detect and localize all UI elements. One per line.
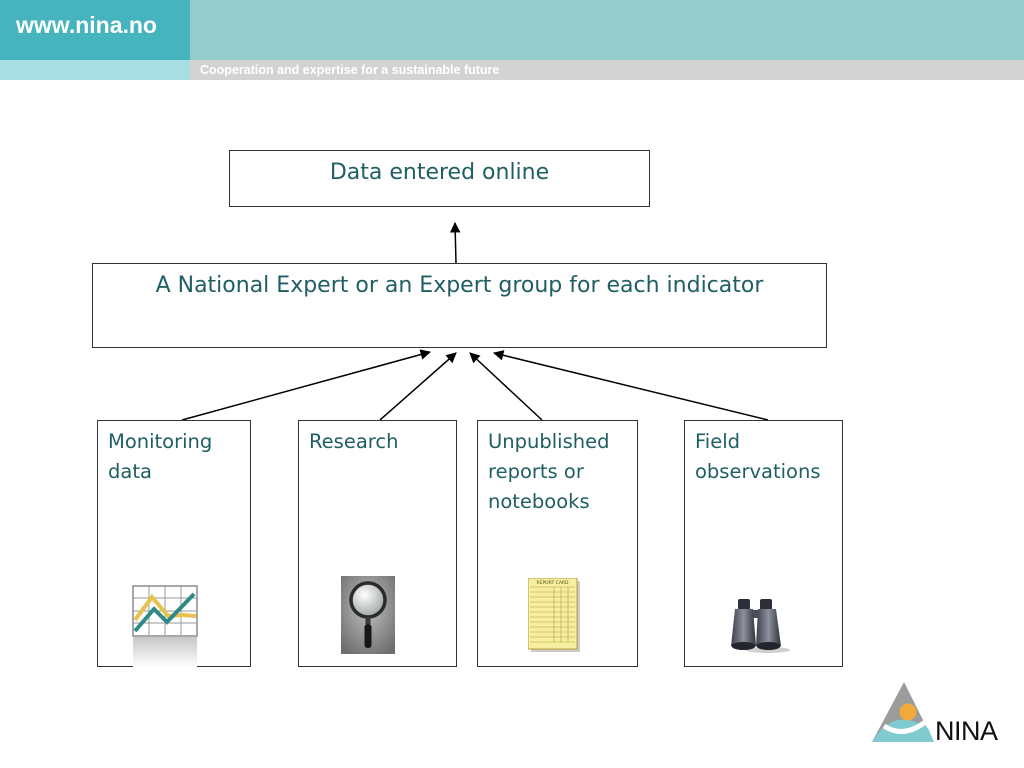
source-label: Monitoring data bbox=[108, 430, 213, 483]
magnifying-glass-icon bbox=[341, 576, 395, 654]
source-label: Field observations bbox=[695, 430, 821, 483]
chart-icon bbox=[132, 585, 198, 667]
source-label: Unpublished reports or notebooks bbox=[488, 430, 610, 513]
data-entered-box: Data entered online bbox=[229, 150, 650, 207]
source-label: Research bbox=[309, 430, 399, 453]
arrow-unpublished bbox=[469, 352, 543, 421]
report-card-icon: REPORT CARD bbox=[528, 578, 580, 652]
expert-group-box: A National Expert or an Expert group for… bbox=[92, 263, 827, 348]
arrow-field bbox=[492, 350, 769, 421]
nina-logo-icon bbox=[872, 682, 934, 742]
arrow-to-top bbox=[449, 221, 461, 264]
data-entered-label: Data entered online bbox=[329, 160, 550, 185]
nina-logo-text: NINA bbox=[935, 716, 998, 746]
expert-group-label: A National Expert or an Expert group for… bbox=[155, 273, 764, 298]
arrow-monitoring bbox=[181, 349, 432, 421]
binoculars-icon bbox=[731, 599, 790, 653]
report-card-heading: REPORT CARD bbox=[536, 580, 569, 586]
